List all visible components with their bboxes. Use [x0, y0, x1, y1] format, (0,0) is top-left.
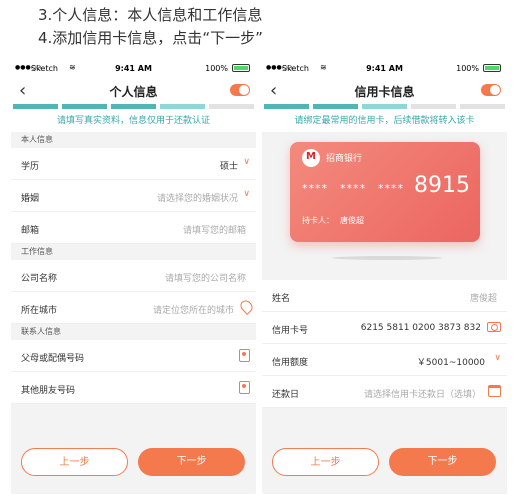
next-step-button[interactable]: 下一步	[138, 448, 245, 476]
chevron-down-icon: ∨	[243, 157, 250, 167]
friend-phone-row[interactable]: 其他朋友号码	[11, 372, 256, 404]
card-mask-3: ****	[378, 182, 404, 195]
progress-step-1	[264, 104, 309, 109]
card-holder-name: 唐俊超	[340, 216, 364, 225]
due-date-field[interactable]: 请选择信用卡还款日（选填）	[364, 387, 481, 400]
chevron-down-icon: ∨	[243, 189, 250, 199]
card-number-row[interactable]: 信用卡号 6215 5811 0200 3873 832	[262, 312, 507, 344]
nav-bar: ‹ 个人信息	[11, 78, 256, 104]
contact-book-icon[interactable]	[239, 381, 250, 394]
marriage-placeholder: 请选择您的婚姻状况	[156, 194, 238, 204]
due-date-label: 还款日	[272, 390, 300, 400]
parent-phone-row[interactable]: 父母或配偶号码	[11, 340, 256, 372]
card-preview-area: 招商银行 **** **** **** 8915 持卡人： 唐俊超	[262, 132, 507, 280]
contact-book-icon[interactable]	[239, 349, 250, 362]
education-value: 硕士	[219, 162, 238, 172]
email-row[interactable]: 邮箱 请填写您的邮箱	[11, 212, 256, 244]
progress-step-2	[62, 104, 107, 109]
toggle-switch[interactable]	[230, 84, 250, 96]
name-value: 唐俊超	[469, 294, 497, 304]
page-title: 信用卡信息	[354, 85, 415, 99]
credit-limit-label: 信用额度	[272, 358, 309, 368]
city-field[interactable]: 请定位您所在的城市	[153, 303, 234, 316]
progress-step-3	[111, 104, 156, 109]
button-bar: 上一步 下一步	[262, 434, 507, 494]
notice-text: 请绑定最常用的信用卡，后续借款将转入该卡	[262, 110, 507, 132]
card-number-label: 信用卡号	[272, 326, 309, 336]
chevron-down-icon: ∨	[494, 353, 501, 363]
credit-card-screen: ●●●○○ Sketch ≋ 9:41 AM 100% ‹ 信用卡信息 请绑定最…	[262, 58, 507, 494]
card-last-digits: 8915	[414, 173, 470, 198]
battery-icon	[232, 64, 250, 72]
battery-icon	[483, 64, 501, 72]
page-title: 个人信息	[109, 85, 158, 99]
company-label: 公司名称	[21, 274, 58, 284]
status-bar: ●●●○○ Sketch ≋ 9:41 AM 100%	[262, 58, 507, 78]
caption-step3: 3.个人信息：本人信息和工作信息	[38, 6, 263, 24]
credit-limit-value: ￥5001~10000	[416, 358, 485, 368]
city-row[interactable]: 所在城市 请定位您所在的城市	[11, 292, 256, 324]
status-bar: ●●●○○ Sketch ≋ 9:41 AM 100%	[11, 58, 256, 78]
progress-step-4	[411, 104, 456, 109]
marriage-label: 婚姻	[21, 194, 40, 204]
parent-phone-label: 父母或配偶号码	[21, 354, 85, 364]
progress-step-1	[13, 104, 58, 109]
card-shadow	[332, 256, 442, 260]
progress-step-5	[460, 104, 505, 109]
prev-step-button[interactable]: 上一步	[272, 448, 379, 476]
name-label: 姓名	[272, 294, 291, 304]
city-label: 所在城市	[21, 306, 58, 316]
notice-text: 请填写真实资料，信息仅用于还款认证	[11, 110, 256, 132]
toggle-switch[interactable]	[481, 84, 501, 96]
progress-step-4	[160, 104, 205, 109]
camera-icon[interactable]	[487, 322, 501, 332]
name-row: 姓名 唐俊超	[262, 280, 507, 312]
card-mask-1: ****	[302, 182, 328, 195]
section-personal: 本人信息	[11, 132, 256, 148]
nav-bar: ‹ 信用卡信息	[262, 78, 507, 104]
card-number-field[interactable]: 6215 5811 0200 3873 832	[361, 323, 481, 333]
bank-logo-icon	[302, 149, 320, 167]
marriage-row[interactable]: 婚姻 请选择您的婚姻状况 ∨	[11, 180, 256, 212]
caption-step4: 4.添加信用卡信息，点击“下一步”	[38, 29, 263, 47]
personal-info-screen: ●●●○○ Sketch ≋ 9:41 AM 100% ‹ 个人信息 请填写真实…	[11, 58, 256, 494]
email-label: 邮箱	[21, 226, 40, 236]
location-pin-icon[interactable]	[238, 298, 255, 315]
battery-percent: 100%	[456, 64, 479, 73]
company-field[interactable]: 请填写您的公司名称	[165, 271, 246, 284]
due-date-row[interactable]: 还款日 请选择信用卡还款日（选填）	[262, 376, 507, 408]
section-work: 工作信息	[11, 244, 256, 260]
progress-step-5	[209, 104, 254, 109]
next-step-button[interactable]: 下一步	[389, 448, 496, 476]
battery-percent: 100%	[205, 64, 228, 73]
progress-step-2	[313, 104, 358, 109]
card-holder-label: 持卡人：	[302, 216, 334, 225]
credit-limit-row[interactable]: 信用额度 ￥5001~10000 ∨	[262, 344, 507, 376]
friend-phone-label: 其他朋友号码	[21, 386, 76, 396]
education-label: 学历	[21, 162, 40, 172]
progress-step-3	[362, 104, 407, 109]
company-row[interactable]: 公司名称 请填写您的公司名称	[11, 260, 256, 292]
email-field[interactable]: 请填写您的邮箱	[183, 223, 246, 236]
bank-name: 招商银行	[326, 154, 363, 164]
education-row[interactable]: 学历 硕士 ∨	[11, 148, 256, 180]
section-contact: 联系人信息	[11, 324, 256, 340]
prev-step-button[interactable]: 上一步	[21, 448, 128, 476]
button-bar: 上一步 下一步	[11, 434, 256, 494]
calendar-icon[interactable]	[488, 385, 501, 397]
card-mask-2: ****	[340, 182, 366, 195]
credit-card-preview: 招商银行 **** **** **** 8915 持卡人： 唐俊超	[290, 142, 480, 242]
